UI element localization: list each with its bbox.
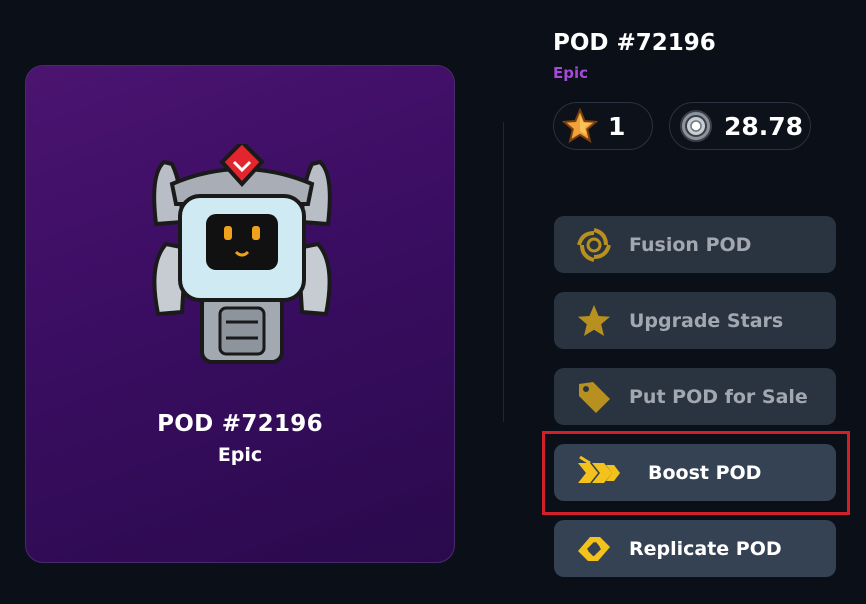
coins-value: 28.78 [724,111,804,141]
pod-robot-image [152,144,332,364]
upgrade-stars-button[interactable]: Upgrade Stars [554,292,836,349]
card-title: POD #72196 [157,411,323,437]
star-icon [562,108,598,144]
put-pod-for-sale-label: Put POD for Sale [629,385,808,408]
boost-pod-highlight-box [542,431,850,515]
put-pod-for-sale-button[interactable]: Put POD for Sale [554,368,836,425]
pod-card: POD #72196 Epic [25,65,455,563]
coin-icon [680,110,712,142]
replicate-pod-button[interactable]: Replicate POD [554,520,836,577]
stars-stat: 1 [553,102,653,150]
card-rarity: Epic [217,444,263,466]
vertical-divider [503,122,504,422]
replicate-pod-label: Replicate POD [629,537,782,560]
price-tag-icon [579,381,610,413]
upgrade-stars-label: Upgrade Stars [629,309,784,332]
star-icon [578,304,610,336]
fusion-icon [577,227,611,262]
replicate-icon [578,536,610,561]
coins-stat: 28.78 [669,102,811,150]
rarity-label: Epic [553,64,589,82]
fusion-pod-label: Fusion POD [629,233,752,256]
fusion-pod-button[interactable]: Fusion POD [554,216,836,273]
stars-value: 1 [608,111,626,141]
page-title: POD #72196 [553,30,716,56]
